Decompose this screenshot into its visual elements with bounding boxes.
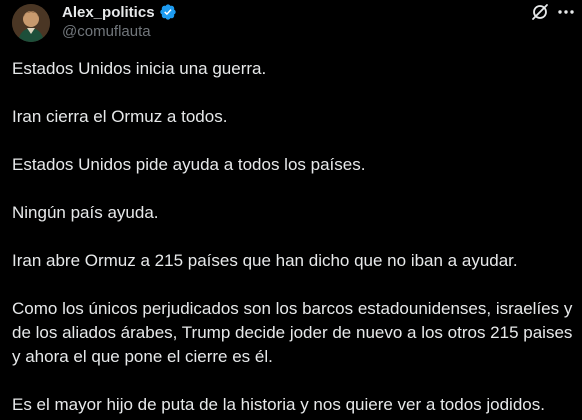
tweet-paragraph: Estados Unidos pide ayuda a todos los pa… (12, 155, 366, 174)
tweet-paragraph: Como los únicos perjudicados son los bar… (12, 299, 573, 366)
tweet-paragraph: Ningún país ayuda. (12, 203, 159, 222)
author-name-row: Alex_politics (62, 1, 177, 23)
tweet-text: Estados Unidos inicia una guerra. Iran c… (12, 57, 574, 417)
tweet-paragraph: Iran abre Ormuz a 215 países que han dic… (12, 251, 518, 270)
avatar[interactable] (12, 4, 50, 42)
more-options-icon[interactable] (556, 4, 576, 20)
verified-badge-icon (159, 3, 177, 21)
tweet-paragraph: Estados Unidos inicia una guerra. (12, 59, 267, 78)
grok-icon[interactable] (530, 2, 550, 22)
author-handle[interactable]: @comuflauta (62, 23, 151, 40)
author-display-name[interactable]: Alex_politics (62, 4, 155, 21)
tweet-paragraph: Iran cierra el Ormuz a todos. (12, 107, 228, 126)
tweet-paragraph: Es el mayor hijo de puta de la historia … (12, 395, 545, 414)
